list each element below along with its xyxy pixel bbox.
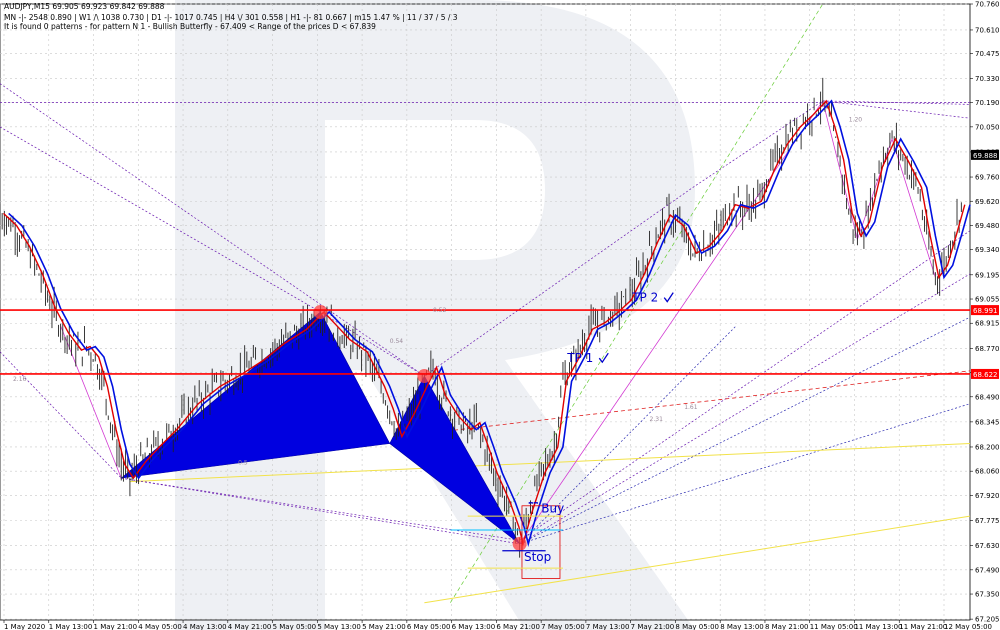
y-tick-label: 67.775 [975,517,1000,525]
pattern-info: It is found 0 patterns - for pattern N 1… [4,22,376,31]
x-tick-label: 1 May 13:00 [49,623,93,630]
y-tick-label: 69.340 [975,246,1000,254]
x-tick-label: 4 May 05:00 [138,623,182,630]
x-tick-label: 1 May 21:00 [94,623,138,630]
x-tick-label: 5 May 21:00 [362,623,406,630]
x-tick-label: 8 May 05:00 [675,623,719,630]
x-tick-label: 12 May 05:00 [944,623,992,630]
y-tick-label: 69.195 [975,271,1000,279]
y-tick-label: 68.490 [975,393,1000,401]
x-tick-label: 8 May 21:00 [765,623,809,630]
pivot-marker [512,536,527,551]
x-tick-label: 11 May 21:00 [899,623,947,630]
y-tick-label: 70.050 [975,123,1000,131]
y-tick-label: 68.770 [975,345,1000,353]
annotation-label: TP 1 [566,351,593,365]
ma-slow-line [8,99,971,548]
y-tick-label: 70.190 [975,99,1000,107]
annotation-label: Buy [541,502,564,516]
fib-label: 2.31 [650,416,664,423]
annotation-label: Stop [524,550,551,564]
ma-fast-line [3,99,966,547]
fib-label: 0.54 [390,338,404,345]
x-tick-label: 11 May 05:00 [810,623,858,630]
y-tick-label: 67.350 [975,591,1000,599]
x-tick-label: 6 May 21:00 [496,623,540,630]
fan-line-blue [519,403,971,545]
y-tick-label: 68.915 [975,320,1000,328]
current-price-label: 69.888 [973,152,998,160]
level-label: 68.622 [973,371,998,379]
x-tick-label: 1 May 2020 [4,623,45,630]
x-tick-label: 6 May 13:00 [452,623,496,630]
zigzag-line [519,99,936,545]
fib-label: 2.16 [13,376,27,383]
x-tick-label: 4 May 21:00 [228,623,272,630]
y-tick-label: 68.200 [975,443,1000,451]
y-tick-label: 67.630 [975,542,1000,550]
y-tick-label: 69.055 [975,296,1000,304]
y-tick-label: 69.620 [975,198,1000,206]
x-tick-label: 8 May 13:00 [720,623,764,630]
pattern-triangle-xab [120,311,391,479]
y-tick-label: 67.920 [975,492,1000,500]
symbol-header: AUDJPY,M15 69.905 69.923 69.842 69.888 [4,2,165,11]
check-icon [598,352,609,364]
price-chart[interactable]: 70.76070.61070.47570.33070.19070.05069.9… [0,0,1000,630]
plot-frame [0,3,971,621]
x-tick-label: 7 May 05:00 [541,623,585,630]
y-tick-label: 68.060 [975,468,1000,476]
x-tick-label: 4 May 13:00 [183,623,227,630]
y-tick-label: 70.760 [975,1,1000,9]
fib-label: 1.61 [684,404,698,411]
x-tick-label: 5 May 13:00 [317,623,361,630]
x-tick-label: 5 May 05:00 [273,623,317,630]
fib-fan-line [0,83,425,377]
fib-fan-line [0,100,971,377]
y-tick-label: 70.330 [975,75,1000,83]
level-label: 68.991 [973,307,998,315]
pivot-marker [313,305,328,319]
x-tick-label: 11 May 13:00 [854,623,902,630]
y-tick-label: 70.610 [975,26,1000,34]
fib-label: 0.5 [238,459,248,466]
fib-label: 0.52 [433,307,447,314]
y-tick-label: 68.345 [975,418,1000,426]
check-icon [663,292,674,303]
x-tick-label: 7 May 21:00 [631,623,675,630]
pivot-marker [417,369,432,384]
fib-fan-line [519,273,971,545]
y-tick-label: 67.490 [975,566,1000,574]
x-tick-label: 7 May 13:00 [586,623,630,630]
fib-label: 1.20 [849,117,863,124]
y-tick-label: 69.480 [975,222,1000,230]
x-tick-label: 6 May 05:00 [407,623,451,630]
y-tick-label: 69.760 [975,174,1000,182]
chart-root: 70.76070.61070.47570.33070.19070.05069.9… [0,0,1000,630]
annotation-label: TP 2 [631,291,658,305]
y-tick-label: 70.475 [975,50,1000,58]
